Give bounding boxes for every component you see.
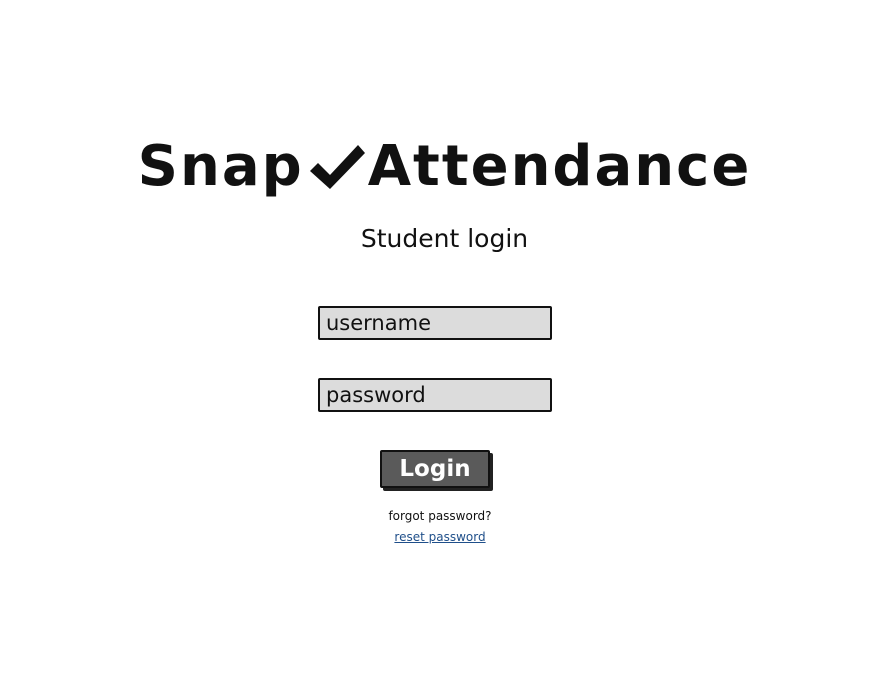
page-subtitle: Student login <box>360 224 529 253</box>
password-input[interactable] <box>318 378 552 412</box>
login-button[interactable]: Login <box>380 450 490 488</box>
username-input[interactable] <box>318 306 552 340</box>
checkmark-icon <box>308 141 366 191</box>
logo-text-snap: Snap <box>137 133 304 199</box>
app-logo: Snap Attendance <box>0 130 889 202</box>
forgot-password-text: forgot password? <box>388 509 492 523</box>
logo-text-attendance: Attendance <box>367 133 752 199</box>
reset-password-container: reset password <box>0 530 880 544</box>
reset-password-link[interactable]: reset password <box>394 530 485 544</box>
